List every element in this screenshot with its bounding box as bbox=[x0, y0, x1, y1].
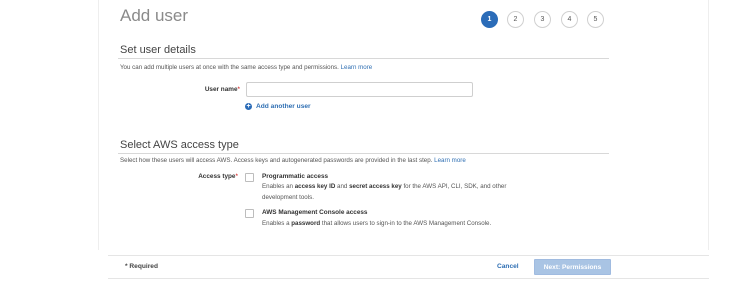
section-divider bbox=[118, 58, 609, 59]
page-frame-left bbox=[98, 0, 99, 250]
page-title: Add user bbox=[120, 6, 189, 25]
desc-bold: secret access key bbox=[349, 183, 402, 190]
learn-more-link[interactable]: Learn more bbox=[434, 157, 466, 164]
user-name-input[interactable] bbox=[246, 82, 473, 97]
programmatic-access-description: Enables an access key ID and secret acce… bbox=[262, 181, 537, 203]
console-access-title: AWS Management Console access bbox=[262, 209, 368, 216]
desc-text: Enables a bbox=[262, 220, 292, 227]
wizard-step-3[interactable]: 3 bbox=[534, 11, 551, 28]
access-type-label: Access type* bbox=[185, 173, 238, 180]
plus-circle-icon: + bbox=[245, 103, 252, 110]
user-details-description-text: You can add multiple users at once with … bbox=[120, 64, 339, 71]
programmatic-access-checkbox[interactable] bbox=[245, 173, 254, 182]
user-details-description: You can add multiple users at once with … bbox=[120, 64, 372, 71]
add-another-user-link[interactable]: + Add another user bbox=[245, 103, 311, 110]
wizard-step-4[interactable]: 4 bbox=[561, 11, 578, 28]
required-marker: * bbox=[235, 173, 239, 180]
next-permissions-button[interactable]: Next: Permissions bbox=[534, 259, 611, 275]
wizard-step-5[interactable]: 5 bbox=[587, 11, 604, 28]
console-access-description: Enables a password that allows users to … bbox=[262, 218, 562, 229]
add-another-user-label: Add another user bbox=[256, 103, 311, 110]
user-details-title: Set user details bbox=[120, 44, 196, 56]
access-type-title: Select AWS access type bbox=[120, 139, 239, 151]
desc-bold: password bbox=[291, 220, 321, 227]
desc-text: Enables an bbox=[262, 183, 295, 190]
access-type-label-text: Access type bbox=[198, 173, 236, 180]
access-type-description: Select how these users will access AWS. … bbox=[120, 157, 466, 164]
programmatic-access-title: Programmatic access bbox=[262, 173, 329, 180]
desc-text: and bbox=[335, 183, 350, 190]
access-type-description-text: Select how these users will access AWS. … bbox=[120, 157, 433, 164]
wizard-step-2[interactable]: 2 bbox=[507, 11, 524, 28]
desc-text: that allows users to sign-in to the AWS … bbox=[320, 220, 492, 227]
wizard-step-1[interactable]: 1 bbox=[481, 11, 498, 28]
desc-bold: access key ID bbox=[294, 183, 336, 190]
cancel-button[interactable]: Cancel bbox=[497, 263, 519, 270]
user-name-label: User name* bbox=[190, 86, 240, 93]
console-access-checkbox[interactable] bbox=[245, 209, 254, 218]
required-note: * Required bbox=[125, 263, 158, 270]
learn-more-link[interactable]: Learn more bbox=[341, 64, 373, 71]
footer-divider-top bbox=[108, 255, 709, 256]
footer-divider-bottom bbox=[108, 278, 709, 279]
user-name-label-text: User name bbox=[204, 86, 238, 93]
required-marker: * bbox=[237, 86, 241, 93]
section-divider bbox=[118, 153, 609, 154]
page-frame-right bbox=[708, 0, 709, 250]
